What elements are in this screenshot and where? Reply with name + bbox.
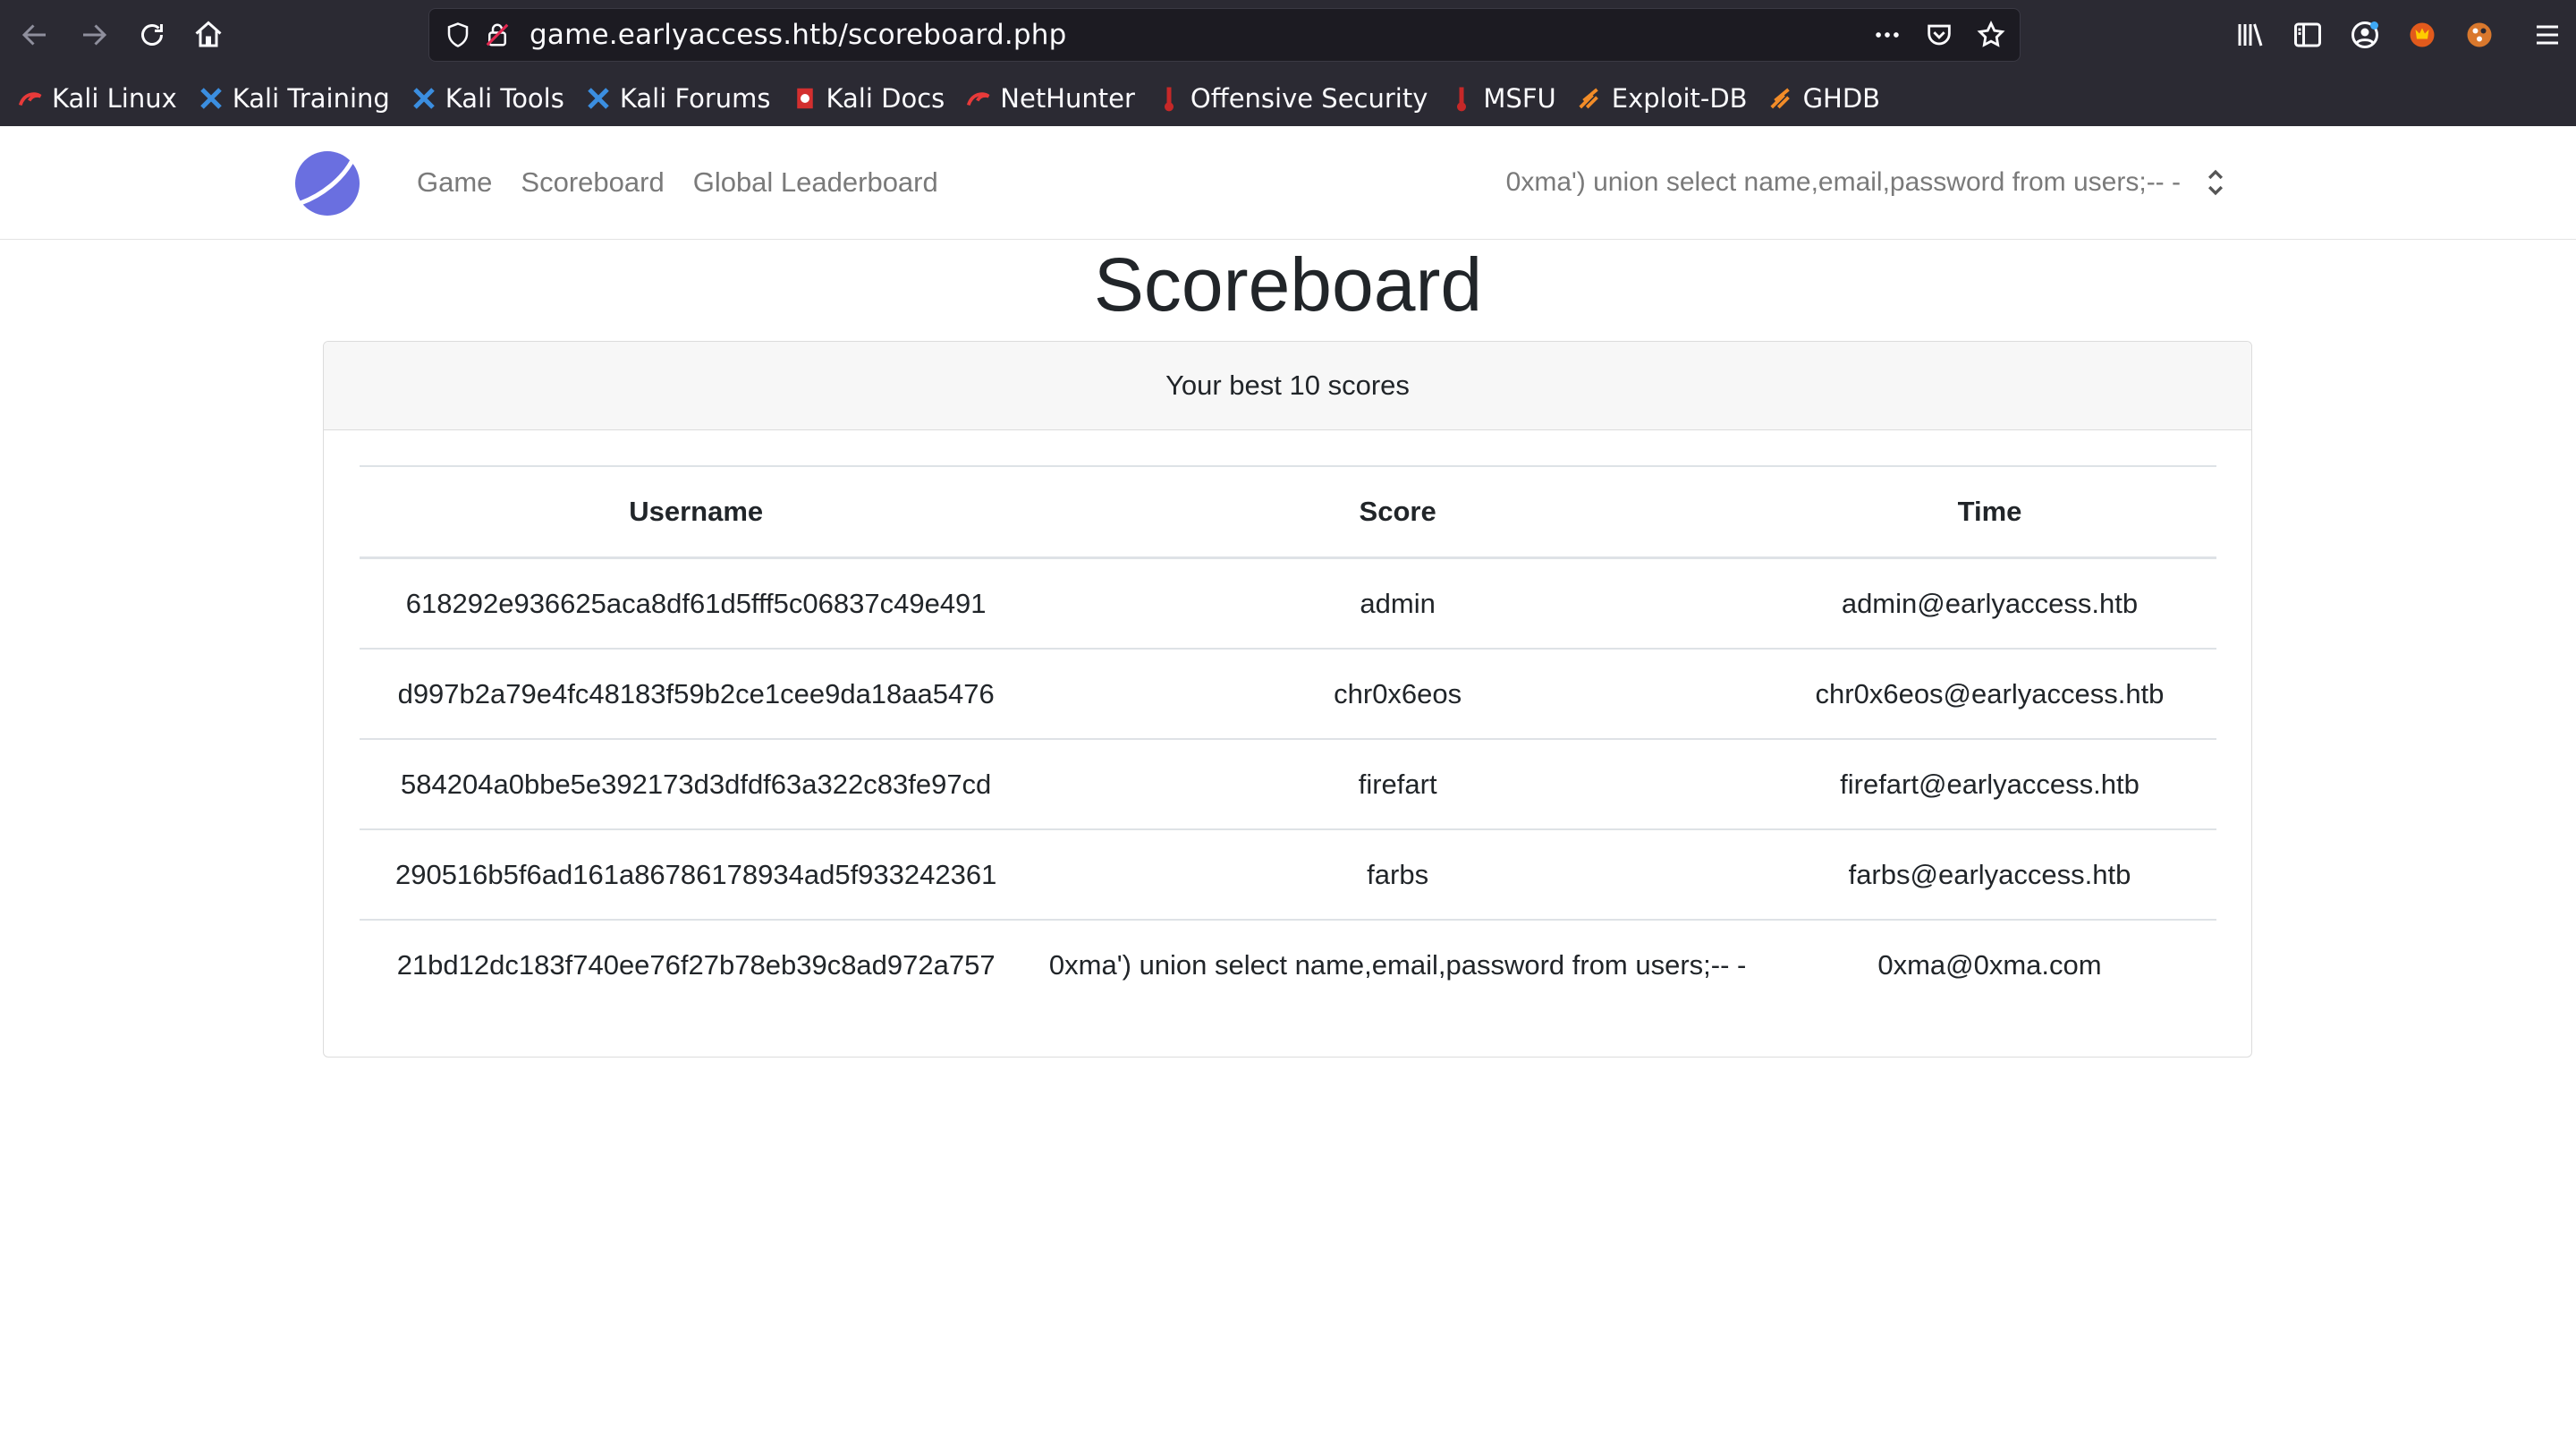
table-row: 290516b5f6ad161a86786178934ad5f933242361… (360, 829, 2216, 921)
nav-links: Game Scoreboard Global Leaderboard (417, 126, 938, 239)
forward-button[interactable] (68, 9, 120, 61)
bookmark-msfu[interactable]: MSFU (1447, 83, 1556, 114)
kali-tools-icon (410, 84, 438, 113)
card-header: Your best 10 scores (324, 342, 2251, 430)
bookmark-label: NetHunter (1000, 83, 1135, 114)
column-header-score: Score (1032, 465, 1763, 559)
extension-fox-icon[interactable] (2394, 9, 2451, 61)
kali-forums-icon (584, 84, 613, 113)
bookmark-label: Kali Training (232, 83, 390, 114)
bookmark-label: Kali Tools (445, 83, 564, 114)
pocket-icon[interactable] (1923, 19, 1955, 51)
column-header-time: Time (1762, 465, 2216, 559)
kali-dragon-icon (16, 84, 45, 113)
page-actions-icon[interactable] (1871, 19, 1903, 51)
exploit-db-icon (1576, 84, 1605, 113)
cell-username: 618292e936625aca8df61d5fff5c06837c49e491 (360, 557, 1033, 650)
bookmark-kali-linux[interactable]: Kali Linux (16, 83, 177, 114)
scores-card: Your best 10 scores Username Score Time … (323, 341, 2252, 1058)
bookmark-label: MSFU (1483, 83, 1556, 114)
bookmark-label: Kali Linux (52, 83, 177, 114)
table-row: 21bd12dc183f740ee76f27b78eb39c8ad972a757… (360, 920, 2216, 1009)
bookmark-label: Exploit-DB (1611, 83, 1748, 114)
reload-icon (141, 24, 163, 46)
sidebar-icon[interactable] (2279, 9, 2336, 61)
bookmark-exploit-db[interactable]: Exploit-DB (1576, 83, 1748, 114)
browser-right-tools (2222, 9, 2576, 61)
cell-score: 0xma') union select name,email,password … (1048, 948, 1747, 981)
back-arrow-icon (21, 24, 46, 46)
page-title: Scoreboard (1093, 242, 1483, 327)
table-row: 618292e936625aca8df61d5fff5c06837c49e491… (360, 557, 2216, 650)
kali-docs-icon (791, 84, 819, 113)
bookmark-ghdb[interactable]: GHDB (1767, 83, 1881, 114)
account-icon[interactable] (2336, 9, 2394, 61)
menu-hamburger-icon[interactable] (2519, 9, 2576, 61)
kali-training-icon (197, 84, 225, 113)
nav-link-scoreboard[interactable]: Scoreboard (521, 166, 664, 199)
bookmark-label: Kali Forums (619, 83, 771, 114)
cell-score: admin (1032, 557, 1763, 650)
bookmark-kali-forums[interactable]: Kali Forums (584, 83, 771, 114)
table-row: d997b2a79e4fc48183f59b2ce1cee9da18aa5476… (360, 649, 2216, 740)
cell-score: farbs (1032, 829, 1763, 921)
nav-link-global-leaderboard[interactable]: Global Leaderboard (693, 166, 938, 199)
bookmark-kali-docs[interactable]: Kali Docs (791, 83, 945, 114)
shield-icon[interactable] (440, 17, 476, 53)
home-icon (195, 21, 222, 47)
browser-chrome: game.earlyaccess.htb/scoreboard.php Kali… (0, 0, 2576, 126)
extension-palette-icon[interactable] (2451, 9, 2508, 61)
insecure-lock-icon[interactable] (479, 17, 515, 53)
cell-time: admin@earlyaccess.htb (1762, 557, 2216, 650)
chevron-up-down-icon (2207, 169, 2224, 196)
cell-time: 0xma@0xma.com (1877, 948, 2102, 981)
bookmark-label: Offensive Security (1190, 83, 1428, 114)
bookmark-nethunter[interactable]: NetHunter (964, 83, 1135, 114)
column-header-username: Username (360, 465, 1033, 559)
nav-link-game[interactable]: Game (417, 166, 492, 199)
url-bar[interactable]: game.earlyaccess.htb/scoreboard.php (428, 8, 2021, 62)
url-actions (1871, 9, 2007, 61)
scores-table: Username Score Time 618292e936625aca8df6… (360, 465, 2216, 1009)
table-row: 584204a0bbe5e392173d3dfdf63a322c83fe97cd… (360, 739, 2216, 830)
msfu-icon (1447, 84, 1476, 113)
cell-username: 290516b5f6ad161a86786178934ad5f933242361 (360, 829, 1033, 921)
cell-score: firefart (1032, 739, 1763, 830)
bookmarks-toolbar: Kali Linux Kali Training Kali Tools Kali… (0, 73, 2576, 123)
cell-score: chr0x6eos (1032, 649, 1763, 740)
user-name: 0xma') union select name,email,password … (1505, 167, 2181, 197)
bookmark-offensive-security[interactable]: Offensive Security (1155, 83, 1428, 114)
bookmark-label: GHDB (1802, 83, 1881, 114)
offsec-icon (1155, 84, 1183, 113)
site-logo-icon[interactable] (293, 149, 361, 217)
home-button[interactable] (182, 9, 234, 61)
cell-time: firefart@earlyaccess.htb (1762, 739, 2216, 830)
cell-username: d997b2a79e4fc48183f59b2ce1cee9da18aa5476 (360, 649, 1033, 740)
browser-toolbar: game.earlyaccess.htb/scoreboard.php (0, 0, 2576, 70)
reload-button[interactable] (126, 9, 178, 61)
forward-arrow-icon (83, 24, 107, 46)
bookmark-kali-tools[interactable]: Kali Tools (410, 83, 564, 114)
url-text[interactable]: game.earlyaccess.htb/scoreboard.php (530, 19, 1066, 51)
cell-username: 584204a0bbe5e392173d3dfdf63a322c83fe97cd (360, 739, 1033, 830)
cell-time: farbs@earlyaccess.htb (1762, 829, 2216, 921)
cell-time: chr0x6eos@earlyaccess.htb (1762, 649, 2216, 740)
library-icon[interactable] (2222, 9, 2279, 61)
user-dropdown[interactable]: 0xma') union select name,email,password … (1506, 126, 2225, 239)
bookmark-label: Kali Docs (826, 83, 945, 114)
back-button[interactable] (9, 9, 61, 61)
bookmark-kali-training[interactable]: Kali Training (197, 83, 390, 114)
table-header-row: Username Score Time (360, 465, 2216, 559)
bookmark-star-icon[interactable] (1975, 19, 2007, 51)
ghdb-icon (1767, 84, 1796, 113)
nethunter-icon (964, 84, 993, 113)
site-navbar: Game Scoreboard Global Leaderboard 0xma'… (0, 126, 2576, 240)
cell-username: 21bd12dc183f740ee76f27b78eb39c8ad972a757 (396, 948, 996, 981)
